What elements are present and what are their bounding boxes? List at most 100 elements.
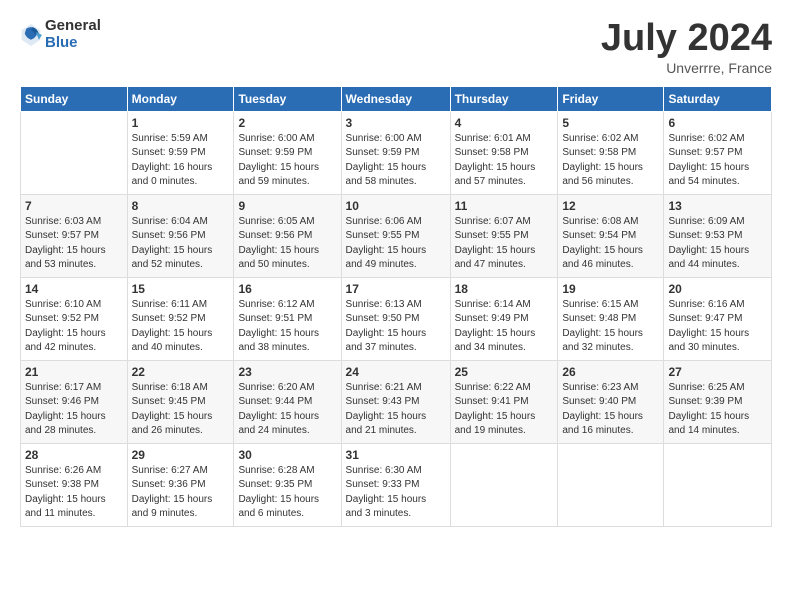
- day-number: 8: [132, 199, 230, 213]
- day-number: 4: [455, 116, 554, 130]
- week-row-0: 1Sunrise: 5:59 AMSunset: 9:59 PMDaylight…: [21, 111, 772, 194]
- table-row: 16 Sunrise: 6:12 AMSunset: 9:51 PMDayligh…: [234, 277, 341, 360]
- day-info: Sunrise: 6:00 AMSunset: 9:59 PMDaylight:…: [238, 132, 336, 190]
- table-row: 12 Sunrise: 6:08 AMSunset: 9:54 PMDayligh…: [558, 194, 664, 277]
- day-number: 16: [238, 282, 336, 296]
- table-row: 9 Sunrise: 6:05 AMSunset: 9:56 PMDaylight…: [234, 194, 341, 277]
- table-row: 1Sunrise: 5:59 AMSunset: 9:59 PMDaylight…: [127, 111, 234, 194]
- day-number: 14: [25, 282, 123, 296]
- day-number: 26: [562, 365, 659, 379]
- table-row: 29 Sunrise: 6:27 AMSunset: 9:36 PMDayligh…: [127, 443, 234, 526]
- table-row: [450, 443, 558, 526]
- day-info: Sunrise: 6:26 AMSunset: 9:38 PMDaylight:…: [25, 464, 123, 522]
- day-number: 5: [562, 116, 659, 130]
- table-row: 19Sunrise: 6:15 AMSunset: 9:48 PMDayligh…: [558, 277, 664, 360]
- day-info: Sunrise: 6:28 AMSunset: 9:35 PMDaylight:…: [238, 464, 336, 522]
- table-row: 20 Sunrise: 6:16 AMSunset: 9:47 PMDayligh…: [664, 277, 772, 360]
- title-block: July 2024 Unverrre, France: [601, 18, 772, 76]
- table-row: 10Sunrise: 6:06 AMSunset: 9:55 PMDayligh…: [341, 194, 450, 277]
- week-row-3: 21 Sunrise: 6:17 AMSunset: 9:46 PMDayligh…: [21, 360, 772, 443]
- logo: General Blue: [20, 18, 101, 51]
- table-row: [558, 443, 664, 526]
- day-info: Sunrise: 6:00 AMSunset: 9:59 PMDaylight:…: [346, 132, 446, 190]
- day-number: 30: [238, 448, 336, 462]
- day-number: 23: [238, 365, 336, 379]
- table-row: 30 Sunrise: 6:28 AMSunset: 9:35 PMDayligh…: [234, 443, 341, 526]
- table-row: 8 Sunrise: 6:04 AMSunset: 9:56 PMDaylight…: [127, 194, 234, 277]
- week-row-2: 14 Sunrise: 6:10 AMSunset: 9:52 PMDayligh…: [21, 277, 772, 360]
- table-row: 5 Sunrise: 6:02 AMSunset: 9:58 PMDaylight…: [558, 111, 664, 194]
- day-info: Sunrise: 5:59 AMSunset: 9:59 PMDaylight:…: [132, 132, 230, 190]
- table-row: 17Sunrise: 6:13 AMSunset: 9:50 PMDayligh…: [341, 277, 450, 360]
- day-info: Sunrise: 6:20 AMSunset: 9:44 PMDaylight:…: [238, 381, 336, 439]
- day-number: 31: [346, 448, 446, 462]
- table-row: [664, 443, 772, 526]
- col-wednesday: Wednesday: [341, 86, 450, 111]
- logo-blue: Blue: [45, 35, 101, 52]
- day-number: 29: [132, 448, 230, 462]
- day-info: Sunrise: 6:25 AMSunset: 9:39 PMDaylight:…: [668, 381, 767, 439]
- day-info: Sunrise: 6:30 AMSunset: 9:33 PMDaylight:…: [346, 464, 446, 522]
- day-number: 20: [668, 282, 767, 296]
- col-friday: Friday: [558, 86, 664, 111]
- table-row: 14 Sunrise: 6:10 AMSunset: 9:52 PMDayligh…: [21, 277, 128, 360]
- col-monday: Monday: [127, 86, 234, 111]
- day-number: 11: [455, 199, 554, 213]
- day-number: 15: [132, 282, 230, 296]
- col-tuesday: Tuesday: [234, 86, 341, 111]
- day-info: Sunrise: 6:23 AMSunset: 9:40 PMDaylight:…: [562, 381, 659, 439]
- table-row: 15 Sunrise: 6:11 AMSunset: 9:52 PMDayligh…: [127, 277, 234, 360]
- day-info: Sunrise: 6:02 AMSunset: 9:57 PMDaylight:…: [668, 132, 767, 190]
- day-number: 3: [346, 116, 446, 130]
- table-row: 21 Sunrise: 6:17 AMSunset: 9:46 PMDayligh…: [21, 360, 128, 443]
- logo-icon: [20, 21, 42, 49]
- month-title: July 2024: [601, 18, 772, 60]
- table-row: 2 Sunrise: 6:00 AMSunset: 9:59 PMDaylight…: [234, 111, 341, 194]
- table-row: 13 Sunrise: 6:09 AMSunset: 9:53 PMDayligh…: [664, 194, 772, 277]
- table-row: 25Sunrise: 6:22 AMSunset: 9:41 PMDayligh…: [450, 360, 558, 443]
- day-info: Sunrise: 6:05 AMSunset: 9:56 PMDaylight:…: [238, 215, 336, 273]
- week-row-4: 28Sunrise: 6:26 AMSunset: 9:38 PMDayligh…: [21, 443, 772, 526]
- day-number: 22: [132, 365, 230, 379]
- table-row: 11 Sunrise: 6:07 AMSunset: 9:55 PMDayligh…: [450, 194, 558, 277]
- col-thursday: Thursday: [450, 86, 558, 111]
- day-number: 21: [25, 365, 123, 379]
- day-info: Sunrise: 6:12 AMSunset: 9:51 PMDaylight:…: [238, 298, 336, 356]
- day-number: 19: [562, 282, 659, 296]
- day-info: Sunrise: 6:27 AMSunset: 9:36 PMDaylight:…: [132, 464, 230, 522]
- day-info: Sunrise: 6:04 AMSunset: 9:56 PMDaylight:…: [132, 215, 230, 273]
- header: General Blue July 2024 Unverrre, France: [20, 18, 772, 76]
- day-info: Sunrise: 6:09 AMSunset: 9:53 PMDaylight:…: [668, 215, 767, 273]
- day-info: Sunrise: 6:10 AMSunset: 9:52 PMDaylight:…: [25, 298, 123, 356]
- table-row: 3 Sunrise: 6:00 AMSunset: 9:59 PMDaylight…: [341, 111, 450, 194]
- day-info: Sunrise: 6:02 AMSunset: 9:58 PMDaylight:…: [562, 132, 659, 190]
- table-row: 28Sunrise: 6:26 AMSunset: 9:38 PMDayligh…: [21, 443, 128, 526]
- day-info: Sunrise: 6:07 AMSunset: 9:55 PMDaylight:…: [455, 215, 554, 273]
- day-info: Sunrise: 6:13 AMSunset: 9:50 PMDaylight:…: [346, 298, 446, 356]
- table-row: 6 Sunrise: 6:02 AMSunset: 9:57 PMDaylight…: [664, 111, 772, 194]
- day-info: Sunrise: 6:21 AMSunset: 9:43 PMDaylight:…: [346, 381, 446, 439]
- day-info: Sunrise: 6:16 AMSunset: 9:47 PMDaylight:…: [668, 298, 767, 356]
- table-row: 31 Sunrise: 6:30 AMSunset: 9:33 PMDayligh…: [341, 443, 450, 526]
- table-row: 22Sunrise: 6:18 AMSunset: 9:45 PMDayligh…: [127, 360, 234, 443]
- header-row: Sunday Monday Tuesday Wednesday Thursday…: [21, 86, 772, 111]
- day-info: Sunrise: 6:08 AMSunset: 9:54 PMDaylight:…: [562, 215, 659, 273]
- location: Unverrre, France: [601, 60, 772, 76]
- day-number: 9: [238, 199, 336, 213]
- day-number: 6: [668, 116, 767, 130]
- table-row: 27Sunrise: 6:25 AMSunset: 9:39 PMDayligh…: [664, 360, 772, 443]
- day-info: Sunrise: 6:11 AMSunset: 9:52 PMDaylight:…: [132, 298, 230, 356]
- table-row: 24 Sunrise: 6:21 AMSunset: 9:43 PMDayligh…: [341, 360, 450, 443]
- day-number: 12: [562, 199, 659, 213]
- day-info: Sunrise: 6:17 AMSunset: 9:46 PMDaylight:…: [25, 381, 123, 439]
- table-row: 23 Sunrise: 6:20 AMSunset: 9:44 PMDayligh…: [234, 360, 341, 443]
- day-number: 24: [346, 365, 446, 379]
- day-number: 13: [668, 199, 767, 213]
- day-info: Sunrise: 6:22 AMSunset: 9:41 PMDaylight:…: [455, 381, 554, 439]
- day-info: Sunrise: 6:03 AMSunset: 9:57 PMDaylight:…: [25, 215, 123, 273]
- day-number: 18: [455, 282, 554, 296]
- logo-text: General Blue: [45, 18, 101, 51]
- table-row: 18Sunrise: 6:14 AMSunset: 9:49 PMDayligh…: [450, 277, 558, 360]
- day-number: 2: [238, 116, 336, 130]
- table-row: 26 Sunrise: 6:23 AMSunset: 9:40 PMDayligh…: [558, 360, 664, 443]
